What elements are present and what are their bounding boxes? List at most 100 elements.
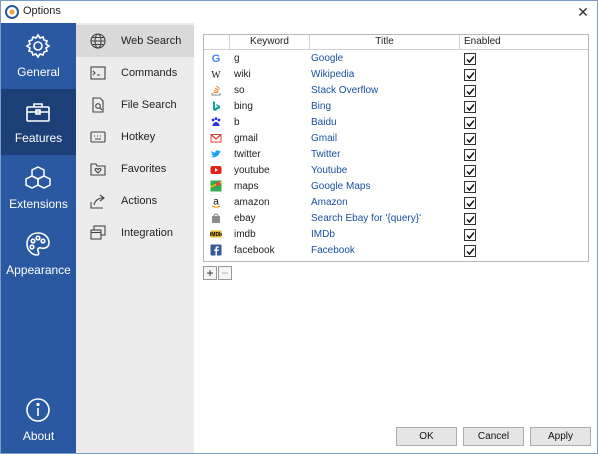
subnav-hotkey[interactable]: Hotkey (76, 121, 194, 153)
enabled-checkbox[interactable] (464, 245, 476, 257)
row-title[interactable]: Bing (311, 101, 331, 112)
row-keyword[interactable]: facebook (234, 245, 275, 256)
cubes-icon (25, 166, 51, 189)
enabled-checkbox[interactable] (464, 149, 476, 161)
subnav-favorites-label: Favorites (121, 163, 167, 175)
row-title[interactable]: Twitter (311, 149, 340, 160)
web-search-table: Keyword Title Enabled Gg Google Wwiki Wikip… (203, 34, 589, 262)
nav-appearance[interactable]: Appearance (1, 221, 76, 287)
table-row[interactable]: youtube Youtube (204, 163, 588, 179)
nav-general-label: General (17, 65, 60, 79)
subnav-integration-label: Integration (121, 227, 173, 239)
row-title[interactable]: Baidu (311, 117, 337, 128)
table-row[interactable]: gmail Gmail (204, 131, 588, 147)
svg-text:a: a (213, 197, 219, 208)
header-enabled[interactable]: Enabled (459, 35, 588, 50)
ok-button[interactable]: OK (396, 427, 457, 446)
title-bar: Options ✕ (1, 1, 597, 23)
table-row[interactable]: IMDb imdb IMDb (204, 227, 588, 243)
row-keyword[interactable]: youtube (234, 165, 270, 176)
enabled-checkbox[interactable] (464, 181, 476, 193)
enabled-checkbox[interactable] (464, 213, 476, 225)
checkmark-icon (466, 232, 475, 240)
subnav-actions[interactable]: Actions (76, 185, 194, 217)
subnav-favorites[interactable]: Favorites (76, 153, 194, 185)
checkmark-icon (466, 216, 475, 224)
checkmark-icon (466, 152, 475, 160)
add-row-button[interactable]: + (203, 266, 217, 280)
checkmark-icon (466, 200, 475, 208)
row-keyword[interactable]: gmail (234, 133, 258, 144)
enabled-checkbox[interactable] (464, 229, 476, 241)
twitter-icon (211, 150, 221, 158)
table-row[interactable]: b Baidu (204, 115, 588, 131)
row-title[interactable]: Stack Overflow (311, 85, 378, 96)
row-title[interactable]: Google Maps (311, 181, 370, 192)
header-keyword[interactable]: Keyword (229, 35, 309, 50)
close-button[interactable]: ✕ (573, 2, 593, 22)
checkmark-icon (466, 104, 475, 112)
nav-features[interactable]: Features (1, 89, 76, 155)
nav-general[interactable]: General (1, 23, 76, 89)
row-title[interactable]: Gmail (311, 133, 337, 144)
table-row[interactable]: ebay Search Ebay for '{query}' (204, 211, 588, 227)
checkmark-icon (466, 136, 475, 144)
subnav-web-search[interactable]: Web Search (76, 25, 194, 57)
enabled-checkbox[interactable] (464, 53, 476, 65)
subnav-integration[interactable]: Integration (76, 217, 194, 249)
enabled-checkbox[interactable] (464, 117, 476, 129)
svg-text:G: G (212, 53, 221, 64)
remove-row-button[interactable]: − (218, 266, 232, 280)
palette-icon (26, 232, 50, 256)
subnav-commands[interactable]: Commands (76, 57, 194, 89)
facebook-icon (210, 244, 222, 256)
header-title[interactable]: Title (309, 35, 459, 50)
enabled-checkbox[interactable] (464, 69, 476, 81)
row-title[interactable]: IMDb (311, 229, 335, 240)
table-row[interactable]: maps Google Maps (204, 179, 588, 195)
nav-extensions[interactable]: Extensions (1, 155, 76, 221)
cancel-button[interactable]: Cancel (463, 427, 524, 446)
svg-text:W: W (211, 70, 221, 80)
wikipedia-icon: W (211, 70, 221, 80)
row-keyword[interactable]: imdb (234, 229, 256, 240)
subnav-file-search[interactable]: File Search (76, 89, 194, 121)
bing-icon (213, 101, 220, 111)
table-row[interactable]: Wwiki Wikipedia (204, 67, 588, 83)
nav-about[interactable]: About (1, 387, 76, 453)
features-subnav: Web Search Commands File Search Hotkey F… (76, 23, 194, 453)
table-header: Keyword Title Enabled (204, 35, 588, 50)
row-title[interactable]: Google (311, 53, 343, 64)
row-title[interactable]: Wikipedia (311, 69, 354, 80)
table-row[interactable]: facebook Facebook (204, 243, 588, 259)
row-title[interactable]: Facebook (311, 245, 355, 256)
row-keyword[interactable]: maps (234, 181, 258, 192)
table-row[interactable]: twitter Twitter (204, 147, 588, 163)
enabled-checkbox[interactable] (464, 197, 476, 209)
enabled-checkbox[interactable] (464, 85, 476, 97)
ebay-icon (212, 213, 220, 223)
table-row[interactable]: bing Bing (204, 99, 588, 115)
subnav-commands-label: Commands (121, 67, 178, 79)
table-row[interactable]: a amazon Amazon (204, 195, 588, 211)
table-row[interactable]: Gg Google (204, 51, 588, 67)
row-keyword[interactable]: ebay (234, 213, 256, 224)
row-keyword[interactable]: so (234, 85, 245, 96)
row-title[interactable]: Youtube (311, 165, 347, 176)
subnav-hotkey-label: Hotkey (121, 131, 156, 143)
row-keyword[interactable]: amazon (234, 197, 270, 208)
row-keyword[interactable]: bing (234, 101, 253, 112)
file-search-icon (92, 97, 104, 113)
enabled-checkbox[interactable] (464, 133, 476, 145)
row-keyword[interactable]: twitter (234, 149, 261, 160)
table-row[interactable]: so Stack Overflow (204, 83, 588, 99)
enabled-checkbox[interactable] (464, 101, 476, 113)
row-keyword[interactable]: g (234, 53, 240, 64)
row-title[interactable]: Search Ebay for '{query}' (311, 213, 421, 224)
row-keyword[interactable]: b (234, 117, 240, 128)
apply-button[interactable]: Apply (530, 427, 591, 446)
row-title[interactable]: Amazon (311, 197, 348, 208)
heart-folder-icon (90, 163, 106, 176)
row-keyword[interactable]: wiki (234, 69, 251, 80)
enabled-checkbox[interactable] (464, 165, 476, 177)
